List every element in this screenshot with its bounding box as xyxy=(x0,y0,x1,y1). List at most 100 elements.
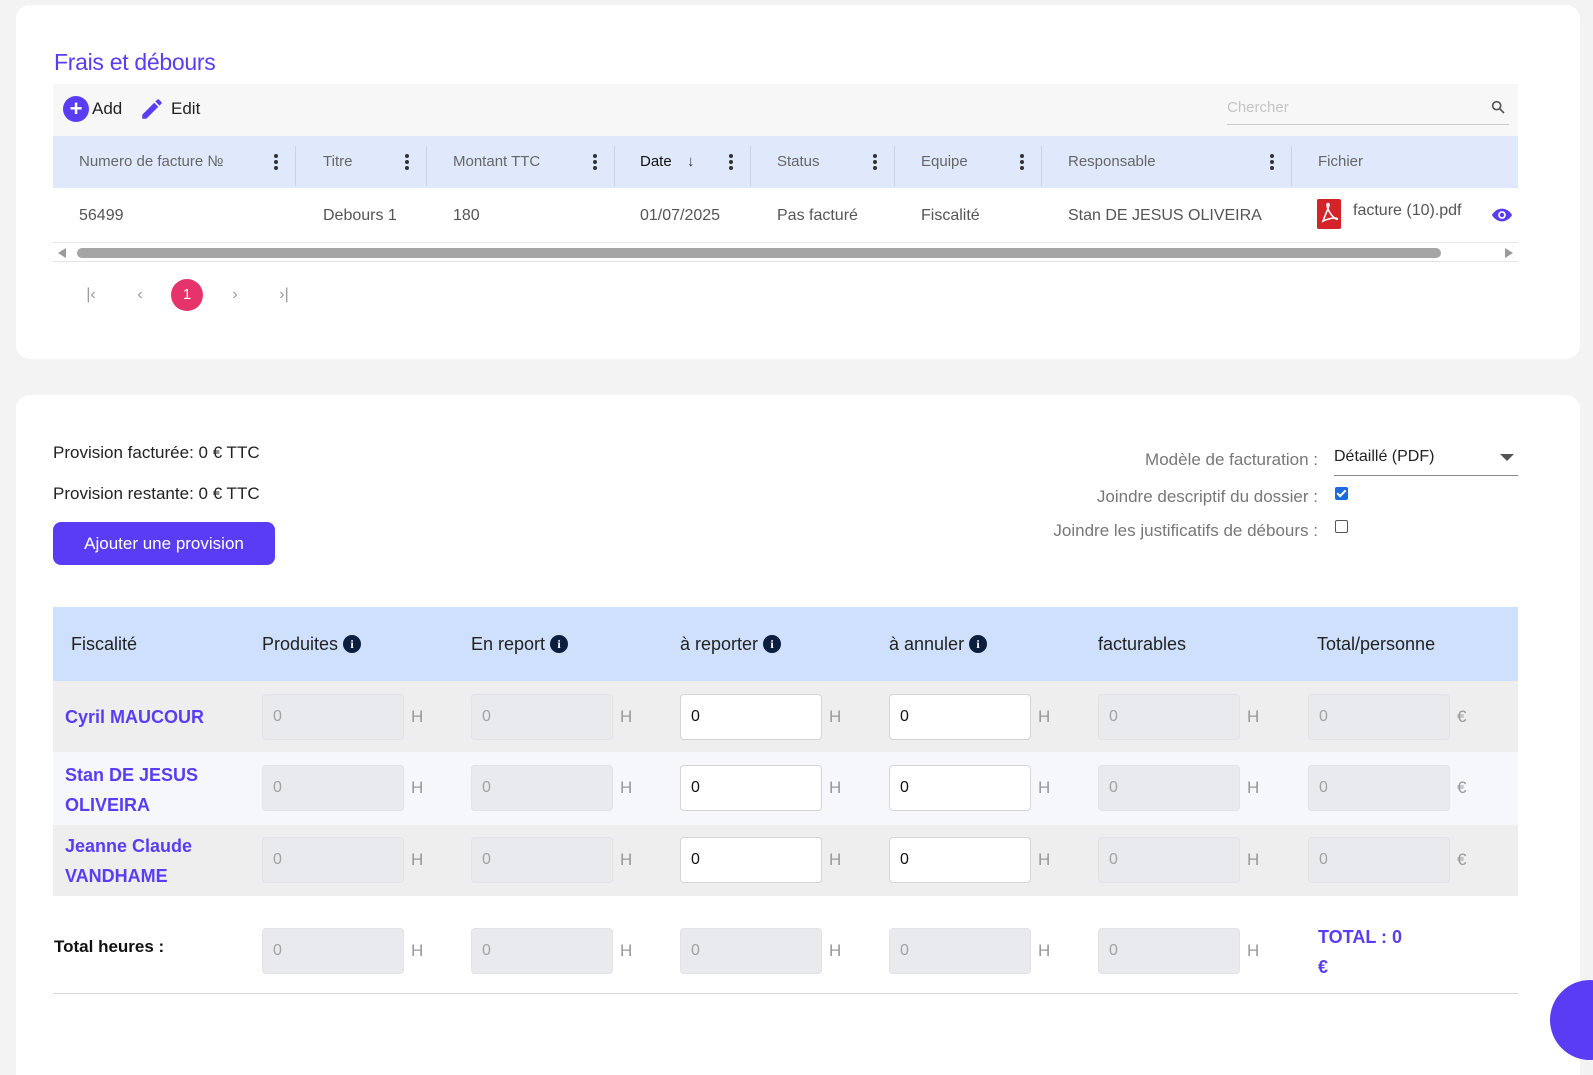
grid-toolbar: + Add Edit xyxy=(53,84,1518,136)
unit-h: H xyxy=(411,707,424,726)
col-header-equipe[interactable]: Equipe xyxy=(921,136,968,188)
search-input[interactable] xyxy=(1227,92,1477,122)
col-header-produites: Produites i xyxy=(262,607,362,681)
col-header-status[interactable]: Status xyxy=(777,136,820,188)
search-icon[interactable] xyxy=(1490,99,1506,115)
col-header-fichier[interactable]: Fichier xyxy=(1318,136,1363,188)
table-row: Cyril MAUCOUR 0 H 0 H 0 H 0 H 0 H 0 € xyxy=(53,681,1518,752)
edit-label: Edit xyxy=(171,99,201,118)
info-icon[interactable]: i xyxy=(550,635,569,653)
page-1-button[interactable]: 1 xyxy=(171,279,203,311)
cell-status: Pas facturé xyxy=(777,207,858,224)
total-en-report-field: 0 xyxy=(471,928,613,974)
col-header-titre[interactable]: Titre xyxy=(323,136,352,188)
plus-icon: + xyxy=(63,96,89,122)
unit-h: H xyxy=(1247,778,1260,797)
col-header-numero[interactable]: Numero de facture № xyxy=(79,136,224,188)
cell-titre: Debours 1 xyxy=(323,207,397,224)
unit-h: H xyxy=(829,850,842,869)
scroll-left-icon[interactable] xyxy=(58,248,66,258)
unit-h: H xyxy=(829,707,842,726)
eye-icon[interactable] xyxy=(1491,207,1513,223)
grid-header: Numero de facture № Titre Montant TTC Da… xyxy=(53,136,1518,188)
provision-facturee: Provision facturée: 0 € TTC xyxy=(53,443,260,462)
info-icon[interactable]: i xyxy=(343,635,362,653)
sort-descending-icon[interactable]: ↓ xyxy=(687,136,695,188)
col-header-date[interactable]: Date xyxy=(640,136,672,188)
cell-date: 01/07/2025 xyxy=(640,207,721,224)
column-menu-icon[interactable] xyxy=(405,154,409,170)
column-menu-icon[interactable] xyxy=(593,154,597,170)
grand-total: TOTAL : 0 € xyxy=(1318,927,1403,977)
column-menu-icon[interactable] xyxy=(1020,154,1024,170)
pdf-icon xyxy=(1317,199,1341,229)
total-personne-field: 0 xyxy=(1308,694,1450,740)
unit-h: H xyxy=(411,778,424,797)
prev-page-button[interactable]: ‹ xyxy=(124,279,156,311)
unit-h: H xyxy=(620,707,633,726)
descriptif-checkbox[interactable] xyxy=(1335,487,1348,500)
a-reporter-input[interactable]: 0 xyxy=(680,765,822,811)
unit-h: H xyxy=(620,778,633,797)
modele-select[interactable]: Détaillé (PDF) xyxy=(1334,443,1518,476)
edit-button[interactable]: Edit xyxy=(139,96,200,122)
person-name[interactable]: Stan DE JESUS OLIVEIRA xyxy=(65,760,245,820)
unit-h: H xyxy=(1038,850,1051,869)
column-menu-icon[interactable] xyxy=(274,154,278,170)
unit-h: H xyxy=(620,941,633,960)
unit-h: H xyxy=(1247,850,1260,869)
justificatifs-checkbox[interactable] xyxy=(1335,520,1348,533)
table-row: Jeanne Claude VANDHAME 0 H 0 H 0 H 0 H 0… xyxy=(53,825,1518,896)
unit-h: H xyxy=(411,941,424,960)
a-reporter-input[interactable]: 0 xyxy=(680,694,822,740)
info-icon[interactable]: i xyxy=(969,635,988,653)
unit-h: H xyxy=(1247,707,1260,726)
col-header-responsable[interactable]: Responsable xyxy=(1068,136,1156,188)
chevron-down-icon xyxy=(1500,454,1514,461)
add-button[interactable]: + Add xyxy=(63,96,122,122)
col-header-a-annuler: à annuler i xyxy=(889,607,988,681)
a-annuler-input[interactable]: 0 xyxy=(889,837,1031,883)
info-icon[interactable]: i xyxy=(763,635,782,653)
person-name[interactable]: Jeanne Claude VANDHAME xyxy=(65,831,245,891)
add-provision-button[interactable]: Ajouter une provision xyxy=(53,522,275,565)
total-facturables-field: 0 xyxy=(1098,928,1240,974)
search-box xyxy=(1227,92,1509,125)
a-annuler-input[interactable]: 0 xyxy=(889,765,1031,811)
file-link[interactable]: facture (10).pdf xyxy=(1353,202,1462,220)
a-annuler-input[interactable]: 0 xyxy=(889,694,1031,740)
hours-table-header: Fiscalité Produites i En report i à report… xyxy=(53,607,1518,681)
descriptif-label: Joindre descriptif du dossier : xyxy=(1096,487,1318,506)
scrollbar-thumb[interactable] xyxy=(77,248,1441,258)
total-personne-field: 0 xyxy=(1308,837,1450,883)
a-reporter-input[interactable]: 0 xyxy=(680,837,822,883)
person-name[interactable]: Cyril MAUCOUR xyxy=(65,702,204,732)
unit-h: H xyxy=(1038,778,1051,797)
col-header-montant[interactable]: Montant TTC xyxy=(453,136,540,188)
total-a-annuler-field: 0 xyxy=(889,928,1031,974)
en-report-field: 0 xyxy=(471,765,613,811)
section-title: Frais et débours xyxy=(54,49,216,75)
cell-montant: 180 xyxy=(453,207,480,224)
unit-h: H xyxy=(829,778,842,797)
en-report-field: 0 xyxy=(471,837,613,883)
total-personne-field: 0 xyxy=(1308,765,1450,811)
provision-restante: Provision restante: 0 € TTC xyxy=(53,484,260,503)
unit-h: H xyxy=(1038,707,1051,726)
justificatifs-label: Joindre les justificatifs de débours : xyxy=(1053,521,1318,540)
col-header-team: Fiscalité xyxy=(71,634,138,654)
column-menu-icon[interactable] xyxy=(1270,154,1274,170)
first-page-button[interactable]: |‹ xyxy=(75,279,107,311)
col-header-total-personne: Total/personne xyxy=(1317,634,1436,654)
column-menu-icon[interactable] xyxy=(729,154,733,170)
last-page-button[interactable]: ›| xyxy=(268,279,300,311)
facturables-field: 0 xyxy=(1098,837,1240,883)
table-row[interactable]: 56499 Debours 1 180 01/07/2025 Pas factu… xyxy=(53,188,1518,243)
column-menu-icon[interactable] xyxy=(873,154,877,170)
facturables-field: 0 xyxy=(1098,694,1240,740)
scroll-right-icon[interactable] xyxy=(1505,248,1513,258)
horizontal-scrollbar[interactable] xyxy=(53,244,1518,262)
next-page-button[interactable]: › xyxy=(219,279,251,311)
pencil-icon xyxy=(142,99,162,119)
unit-h: H xyxy=(1038,941,1051,960)
